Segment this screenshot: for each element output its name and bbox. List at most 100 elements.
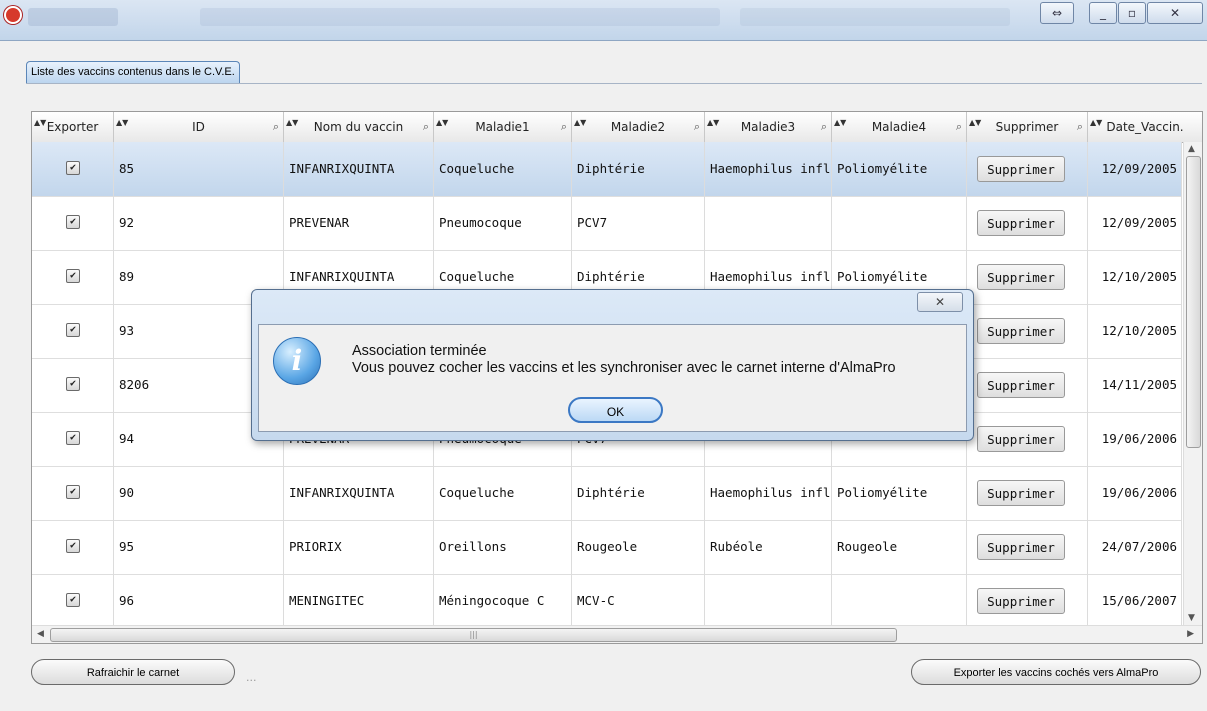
col-maladie2[interactable]: ▲▼ Maladie2 ⌕	[572, 112, 705, 142]
table-row[interactable]: ✔ 92 PREVENAR Pneumocoque PCV7 Supprimer 12/09…	[32, 196, 1182, 251]
minimize-button[interactable]: _	[1089, 2, 1117, 24]
cell-date: 19/06/2006	[1088, 466, 1182, 520]
export-checkbox[interactable]: ✔	[66, 323, 80, 337]
scroll-up-icon[interactable]: ▲	[1188, 144, 1195, 154]
cell-m2: MCV-C	[572, 574, 705, 625]
col-maladie1[interactable]: ▲▼ Maladie1 ⌕	[434, 112, 572, 142]
table-header: ▲▼ Exporter ▲▼ ID ⌕ ▲▼ Nom du vaccin ⌕ ▲▼ Mala…	[32, 112, 1202, 143]
refresh-carnet-button[interactable]: Rafraichir le carnet	[31, 659, 235, 685]
cell-m2: PCV7	[572, 196, 705, 250]
cell-exporter: ✔	[32, 304, 114, 358]
cell-supprimer: Supprimer	[967, 520, 1088, 574]
cell-supprimer: Supprimer	[967, 142, 1088, 196]
vertical-scroll-thumb[interactable]	[1186, 156, 1201, 448]
export-checkbox[interactable]: ✔	[66, 539, 80, 553]
col-label: Exporter	[46, 120, 99, 134]
export-checkbox[interactable]: ✔	[66, 215, 80, 229]
table-row[interactable]: ✔ 95 PRIORIX Oreillons Rougeole Rubéole Rougeo…	[32, 520, 1182, 575]
cell-id: 95	[114, 520, 284, 574]
cell-m2: Diphtérie	[572, 466, 705, 520]
info-icon: i	[273, 337, 321, 385]
table-row[interactable]: ✔ 85 INFANRIXQUINTA Coqueluche Diphtérie Haem…	[32, 142, 1182, 197]
info-dialog: ✕ i Association terminée Vous pouvez coc…	[251, 289, 974, 441]
supprimer-button[interactable]: Supprimer	[977, 372, 1065, 398]
cell-m1: Coqueluche	[434, 142, 572, 196]
supprimer-button[interactable]: Supprimer	[977, 210, 1065, 236]
cell-m4	[832, 574, 967, 625]
supprimer-button[interactable]: Supprimer	[977, 426, 1065, 452]
tab-liste-vaccins[interactable]: Liste des vaccins contenus dans le C.V.E…	[26, 61, 240, 83]
tab-strip: Liste des vaccins contenus dans le C.V.E…	[26, 61, 1202, 84]
cell-nom: MENINGITEC	[284, 574, 434, 625]
close-button[interactable]: ✕	[1147, 2, 1203, 24]
cell-date: 12/09/2005	[1088, 196, 1182, 250]
dialog-line1: Association terminée	[352, 343, 487, 359]
supprimer-button[interactable]: Supprimer	[977, 264, 1065, 290]
search-icon[interactable]: ⌕	[1077, 112, 1083, 142]
search-icon[interactable]: ⌕	[956, 112, 962, 142]
export-checkbox[interactable]: ✔	[66, 377, 80, 391]
search-icon[interactable]: ⌕	[694, 112, 700, 142]
cell-id: 85	[114, 142, 284, 196]
cell-date: 24/07/2006	[1088, 520, 1182, 574]
cell-m4	[832, 196, 967, 250]
supprimer-button[interactable]: Supprimer	[977, 534, 1065, 560]
supprimer-button[interactable]: Supprimer	[977, 156, 1065, 182]
scroll-down-icon[interactable]: ▼	[1188, 613, 1195, 623]
col-label: Date_Vaccin.	[1106, 120, 1184, 134]
search-icon[interactable]: ⌕	[561, 112, 567, 142]
ok-button[interactable]: OK	[568, 397, 663, 423]
dialog-close-button[interactable]: ✕	[917, 292, 963, 312]
col-maladie3[interactable]: ▲▼ Maladie3 ⌕	[705, 112, 832, 142]
supprimer-button[interactable]: Supprimer	[977, 588, 1065, 614]
cell-supprimer: Supprimer	[967, 250, 1088, 304]
swap-button[interactable]: ⇔	[1040, 2, 1074, 24]
cell-exporter: ✔	[32, 466, 114, 520]
search-icon[interactable]: ⌕	[821, 112, 827, 142]
search-icon[interactable]: ⌕	[423, 112, 429, 142]
col-exporter[interactable]: ▲▼ Exporter	[32, 112, 114, 142]
status-dots: ...	[246, 671, 257, 684]
supprimer-button[interactable]: Supprimer	[977, 480, 1065, 506]
scroll-left-icon[interactable]: ◀	[37, 629, 44, 639]
cell-exporter: ✔	[32, 358, 114, 412]
window-titlebar: ⇔ _ ▫ ✕	[0, 0, 1207, 41]
cell-id: 92	[114, 196, 284, 250]
maximize-button[interactable]: ▫	[1118, 2, 1146, 24]
search-icon[interactable]: ⌕	[273, 112, 279, 142]
cell-supprimer: Supprimer	[967, 196, 1088, 250]
dialog-line2: Vous pouvez cocher les vaccins et les sy…	[352, 360, 896, 376]
cell-m2: Diphtérie	[572, 142, 705, 196]
col-nom[interactable]: ▲▼ Nom du vaccin ⌕	[284, 112, 434, 142]
supprimer-button[interactable]: Supprimer	[977, 318, 1065, 344]
cell-nom: INFANRIXQUINTA	[284, 142, 434, 196]
cell-supprimer: Supprimer	[967, 412, 1088, 466]
col-supprimer[interactable]: ▲▼ Supprimer ⌕	[967, 112, 1088, 142]
col-date[interactable]: ▲▼ Date_Vaccin.	[1088, 112, 1202, 142]
cell-m2: Rougeole	[572, 520, 705, 574]
cell-m4: Poliomyélite	[832, 466, 967, 520]
export-checkbox[interactable]: ✔	[66, 269, 80, 283]
scroll-right-icon[interactable]: ▶	[1187, 629, 1194, 639]
export-checkbox[interactable]: ✔	[66, 161, 80, 175]
export-checkbox[interactable]: ✔	[66, 485, 80, 499]
export-vaccins-button[interactable]: Exporter les vaccins cochés vers AlmaPro	[911, 659, 1201, 685]
export-checkbox[interactable]: ✔	[66, 593, 80, 607]
col-id[interactable]: ▲▼ ID ⌕	[114, 112, 284, 142]
cell-supprimer: Supprimer	[967, 304, 1088, 358]
table-row[interactable]: ✔ 96 MENINGITEC Méningocoque C MCV-C Supprime…	[32, 574, 1182, 625]
horizontal-scroll-thumb[interactable]: |||	[50, 628, 897, 642]
cell-supprimer: Supprimer	[967, 574, 1088, 625]
vertical-scrollbar[interactable]: ▲ ▼	[1183, 142, 1202, 625]
cell-exporter: ✔	[32, 574, 114, 625]
cell-date: 12/09/2005	[1088, 142, 1182, 196]
cell-date: 15/06/2007	[1088, 574, 1182, 625]
col-maladie4[interactable]: ▲▼ Maladie4 ⌕	[832, 112, 967, 142]
app-icon	[4, 6, 22, 24]
table-row[interactable]: ✔ 90 INFANRIXQUINTA Coqueluche Diphtérie Haem…	[32, 466, 1182, 521]
export-checkbox[interactable]: ✔	[66, 431, 80, 445]
col-label: Maladie4	[871, 120, 927, 134]
col-label: Maladie3	[740, 120, 796, 134]
horizontal-scrollbar[interactable]: ◀ ||| ▶	[32, 625, 1202, 643]
cell-m3	[705, 196, 832, 250]
